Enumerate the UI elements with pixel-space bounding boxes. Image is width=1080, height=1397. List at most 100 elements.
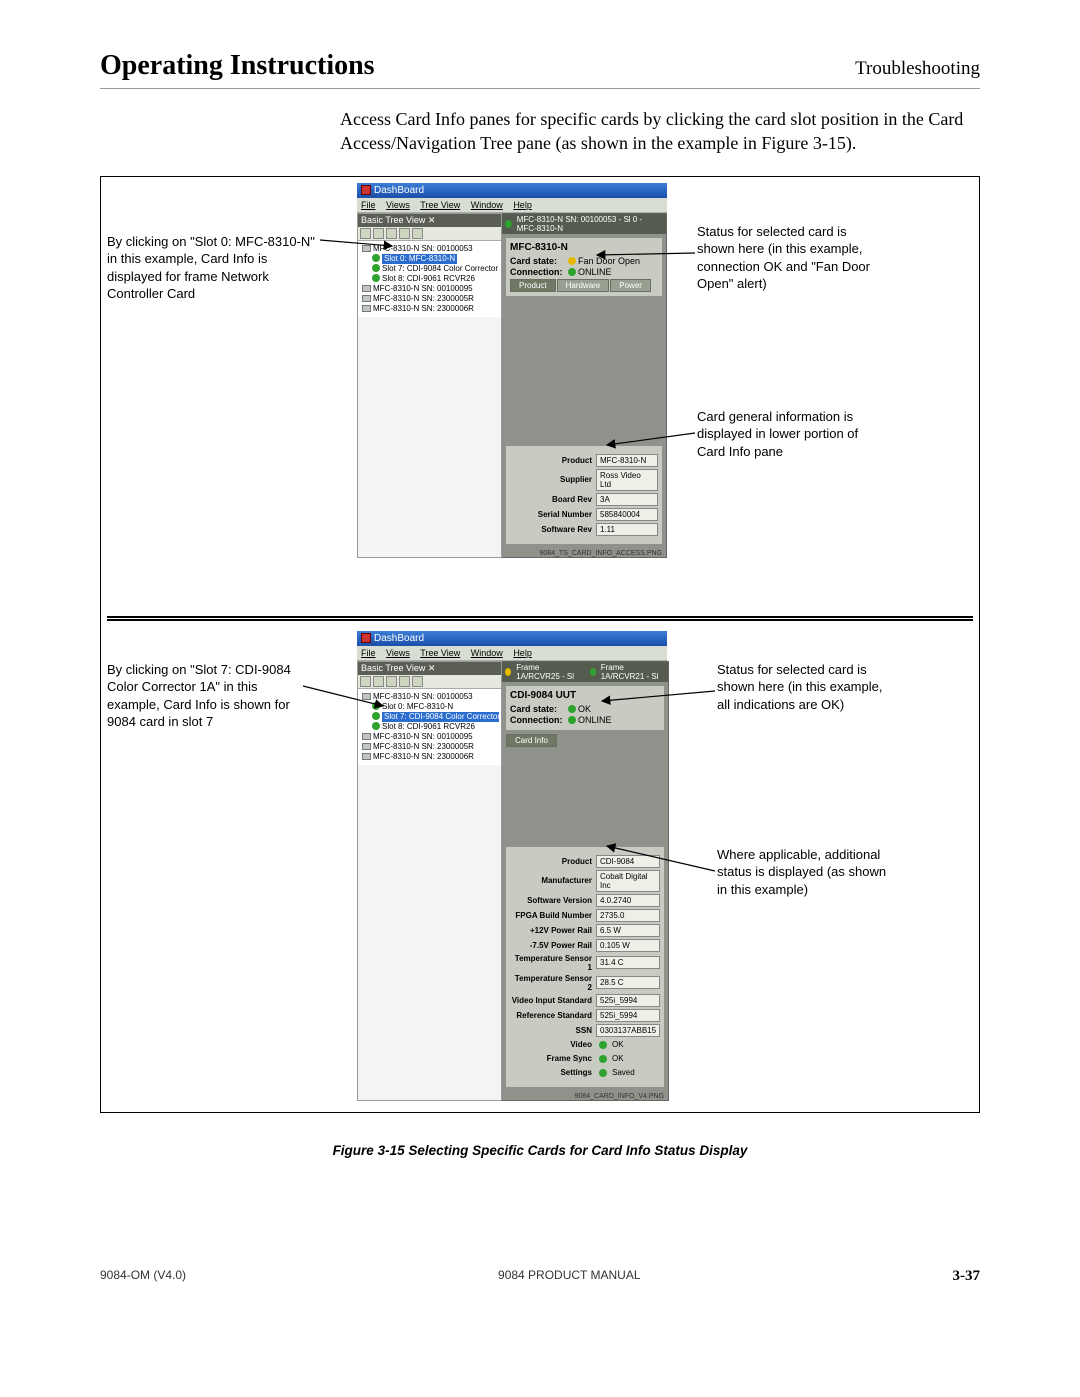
status-dot-icon: [372, 722, 380, 730]
tree-label: Slot 8: CDI-9061 RCVR26: [382, 274, 475, 283]
prop-label: Serial Number: [510, 510, 596, 519]
tree-node[interactable]: MFC-8310-N SN: 00100095: [360, 732, 499, 742]
figure-outline: By clicking on "Slot 0: MFC-8310-N" in t…: [100, 176, 980, 1113]
toolbar-button[interactable]: [412, 228, 423, 239]
tree-header: Basic Tree View ✕: [358, 662, 501, 675]
app-title: DashBoard: [374, 633, 424, 644]
tree-node-selected[interactable]: Slot 7: CDI-9084 Color Corrector 1A: [360, 712, 499, 722]
tab-strip[interactable]: MFC-8310-N SN: 00100053 - Sl 0 - MFC-831…: [502, 214, 666, 234]
tree-node[interactable]: MFC-8310-N SN: 00100053: [360, 244, 499, 254]
toolbar[interactable]: [358, 227, 501, 241]
tab-label: Frame 1A/RCVR21 - Sl: [601, 663, 665, 681]
menu-treeview[interactable]: Tree View: [420, 648, 460, 658]
callout-top-general: Card general information is displayed in…: [697, 408, 887, 461]
figure-caption: Figure 3-15 Selecting Specific Cards for…: [100, 1143, 980, 1158]
prop-value: 28.5 C: [596, 976, 660, 989]
tab-strip[interactable]: Frame 1A/RCVR25 - Sl Frame 1A/RCVR21 - S…: [502, 662, 668, 682]
menu-views[interactable]: Views: [386, 200, 410, 210]
menu-file[interactable]: File: [361, 648, 376, 658]
menu-window[interactable]: Window: [471, 200, 503, 210]
tree-node[interactable]: Slot 7: CDI-9084 Color Corrector 1A: [360, 264, 499, 274]
prop-value: 1.11: [596, 523, 658, 536]
prop-label: Product: [510, 857, 596, 866]
prop-row: Frame SyncOK: [510, 1053, 660, 1065]
tree-node[interactable]: Slot 8: CDI-9061 RCVR26: [360, 722, 499, 732]
status-dot-icon: [568, 257, 576, 265]
prop-row: Software Rev1.11: [510, 523, 658, 536]
menu-bar[interactable]: File Views Tree View Window Help: [357, 198, 667, 213]
tree-node[interactable]: MFC-8310-N SN: 2300005R: [360, 294, 499, 304]
status-dot-icon: [372, 702, 380, 710]
page-number: 3-37: [952, 1268, 980, 1285]
value-card-state: Fan Door Open: [578, 256, 640, 266]
status-dot-icon: [372, 274, 380, 282]
menu-views[interactable]: Views: [386, 648, 410, 658]
tab-product[interactable]: Product: [510, 279, 556, 292]
toolbar-button[interactable]: [412, 676, 423, 687]
prop-row: Temperature Sensor 228.5 C: [510, 974, 660, 992]
tab-card-info[interactable]: Card Info: [506, 734, 557, 747]
tree-node[interactable]: MFC-8310-N SN: 2300006R: [360, 752, 499, 762]
toolbar-button[interactable]: [360, 228, 371, 239]
status-box: MFC-8310-N Card state:Fan Door Open Conn…: [506, 238, 662, 296]
prop-row: Reference Standard525i_5994: [510, 1009, 660, 1022]
title-bar[interactable]: DashBoard: [357, 183, 667, 198]
toolbar-button[interactable]: [360, 676, 371, 687]
tab-bar: Card Info: [506, 734, 664, 747]
tree-label: MFC-8310-N SN: 00100095: [373, 284, 473, 293]
status-row: Connection:ONLINE: [510, 715, 660, 725]
toolbar-button[interactable]: [386, 676, 397, 687]
toolbar[interactable]: [358, 675, 501, 689]
menu-help[interactable]: Help: [513, 200, 532, 210]
label-card-state: Card state:: [510, 704, 568, 714]
tree-node-selected[interactable]: Slot 0: MFC-8310-N: [360, 254, 499, 264]
tab-hardware[interactable]: Hardware: [557, 279, 610, 292]
prop-value: 6.5 W: [596, 924, 660, 937]
bottom-panel: By clicking on "Slot 7: CDI-9084 Color C…: [107, 631, 973, 1106]
status-box: CDI-9084 UUT Card state:OK Connection:ON…: [506, 686, 664, 730]
tree-node[interactable]: MFC-8310-N SN: 00100095: [360, 284, 499, 294]
frame-icon: [362, 285, 371, 292]
prop-row: ProductMFC-8310-N: [510, 454, 658, 467]
prop-value: 525i_5994: [596, 994, 660, 1007]
properties-area: ProductCDI-9084ManufacturerCobalt Digita…: [506, 847, 664, 1087]
value-card-state: OK: [578, 704, 591, 714]
menu-file[interactable]: File: [361, 200, 376, 210]
tree-body: MFC-8310-N SN: 00100053 Slot 0: MFC-8310…: [358, 241, 501, 317]
prop-value: 0.105 W: [596, 939, 660, 952]
menu-window[interactable]: Window: [471, 648, 503, 658]
menu-help[interactable]: Help: [513, 648, 532, 658]
tree-node[interactable]: MFC-8310-N SN: 2300005R: [360, 742, 499, 752]
value-connection: ONLINE: [578, 267, 612, 277]
menu-treeview[interactable]: Tree View: [420, 200, 460, 210]
tree-node[interactable]: Slot 8: CDI-9061 RCVR26: [360, 274, 499, 284]
toolbar-button[interactable]: [373, 676, 384, 687]
tree-label: Slot 7: CDI-9084 Color Corrector 1A: [382, 264, 499, 273]
tab-power[interactable]: Power: [610, 279, 651, 292]
status-dot-icon: [505, 220, 512, 228]
toolbar-button[interactable]: [386, 228, 397, 239]
tree-node[interactable]: MFC-8310-N SN: 2300006R: [360, 304, 499, 314]
tree-label: Slot 7: CDI-9084 Color Corrector 1A: [382, 712, 499, 722]
prop-value: CDI-9084: [596, 855, 660, 868]
footer-center: 9084 PRODUCT MANUAL: [498, 1268, 641, 1285]
tree-node[interactable]: Slot 0: MFC-8310-N: [360, 702, 499, 712]
toolbar-button[interactable]: [399, 676, 410, 687]
toolbar-button[interactable]: [399, 228, 410, 239]
prop-value: Ross Video Ltd: [596, 469, 658, 491]
footer-left: 9084-OM (V4.0): [100, 1268, 186, 1285]
prop-row: Board Rev3A: [510, 493, 658, 506]
title-bar[interactable]: DashBoard: [357, 631, 667, 646]
app-icon: [361, 185, 371, 195]
tree-node[interactable]: MFC-8310-N SN: 00100053: [360, 692, 499, 702]
tree-label: Slot 8: CDI-9061 RCVR26: [382, 722, 475, 731]
prop-label: Product: [510, 456, 596, 465]
toolbar-button[interactable]: [373, 228, 384, 239]
prop-row: VideoOK: [510, 1039, 660, 1051]
prop-row: Software Version4.0.2740: [510, 894, 660, 907]
menu-bar[interactable]: File Views Tree View Window Help: [357, 646, 667, 661]
prop-row: +12V Power Rail6.5 W: [510, 924, 660, 937]
prop-label: Frame Sync: [510, 1054, 596, 1063]
prop-row: -7.5V Power Rail0.105 W: [510, 939, 660, 952]
status-title: MFC-8310-N: [510, 242, 658, 253]
